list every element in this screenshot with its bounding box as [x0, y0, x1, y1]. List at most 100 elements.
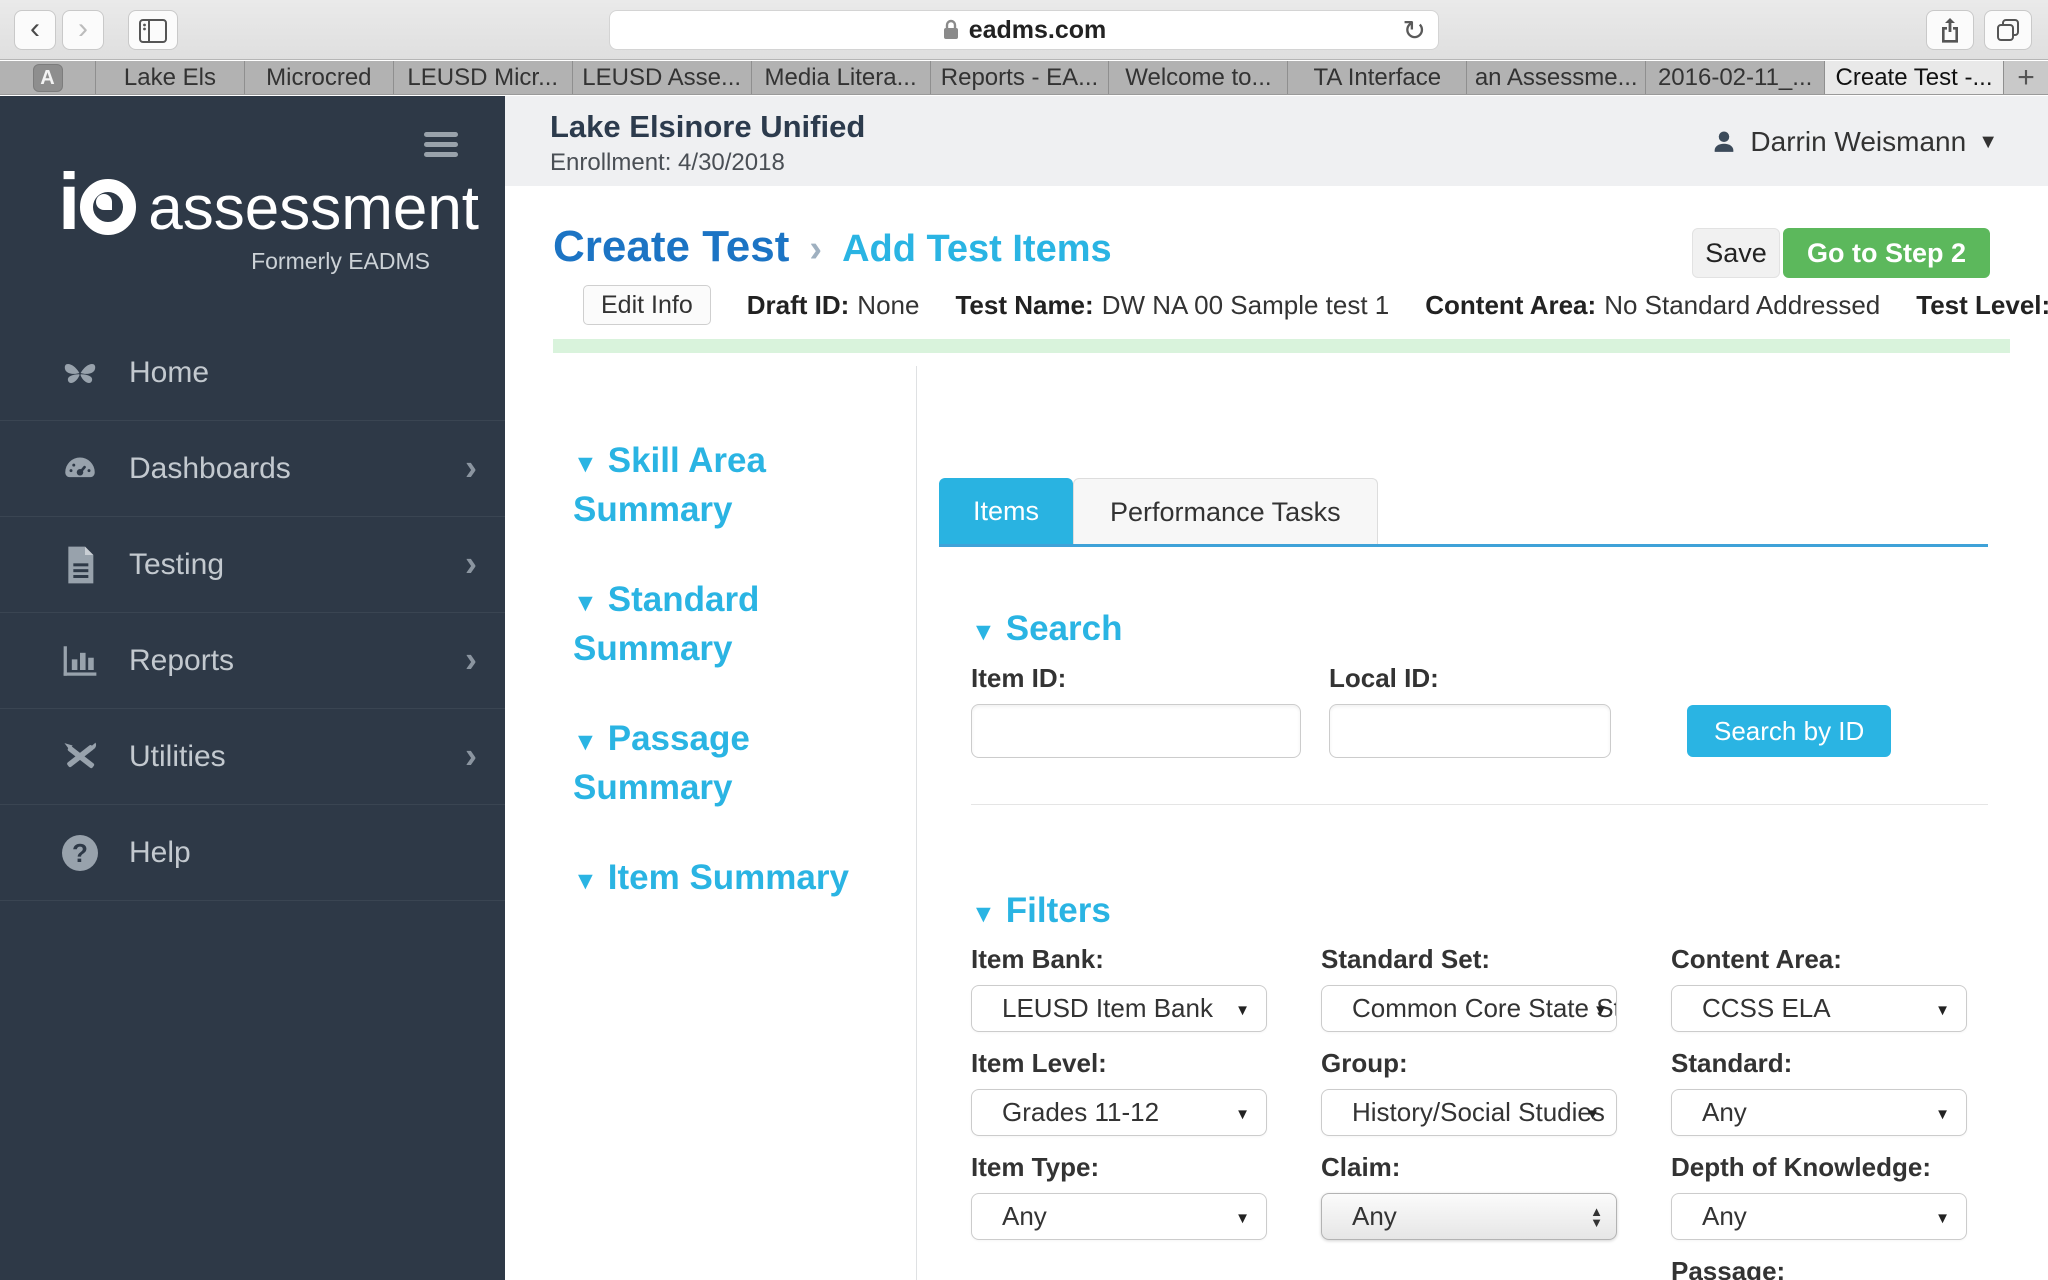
logo-o-mark	[80, 179, 137, 235]
user-menu[interactable]: Darrin Weismann ▼	[1710, 126, 1998, 158]
caret-down-icon: ▼	[1593, 1002, 1608, 1019]
passage-label: Passage:	[1671, 1256, 1786, 1280]
passage-summary-toggle[interactable]: ▼ Passage Summary	[573, 716, 849, 811]
caret-down-icon: ▼	[1235, 1210, 1250, 1227]
item-level-select[interactable]: Grades 11-12 ▼	[971, 1089, 1267, 1136]
browser-toolbar: ‹ › eadms.com ↻	[0, 0, 2048, 60]
group-select[interactable]: History/Social Studies ▼	[1321, 1089, 1617, 1136]
caret-down-icon: ▼	[573, 589, 598, 617]
go-to-step-2-button[interactable]: Go to Step 2	[1782, 228, 1990, 278]
caret-down-icon: ▼	[1235, 1106, 1250, 1123]
pinned-tab-icon: A	[32, 63, 63, 92]
filter-passage: Passage:	[1671, 1256, 1967, 1280]
sidebar-toggle-button[interactable]	[128, 10, 178, 50]
sidebar-item-help[interactable]: ? Help	[0, 805, 505, 901]
sidebar-item-label: Help	[129, 835, 191, 869]
filter-depth-of-knowledge: Depth of Knowledge: Any ▼	[1671, 1152, 1967, 1240]
sidebar-item-dashboards[interactable]: Dashboards ›	[0, 421, 505, 517]
standard-select[interactable]: Any ▼	[1671, 1089, 1967, 1136]
edit-info-button[interactable]: Edit Info	[583, 285, 711, 325]
draft-id: Draft ID: None	[746, 289, 920, 320]
url-field[interactable]: eadms.com ↻	[609, 10, 1439, 50]
share-icon	[1942, 18, 1958, 43]
browser-tab[interactable]: LEUSD Micr...	[394, 61, 573, 94]
menu-toggle-icon[interactable]	[424, 132, 458, 162]
test-name: Test Name: DW NA 00 Sample test 1	[955, 289, 1390, 320]
lock-icon	[942, 18, 960, 42]
browser-tab[interactable]: Microcred	[245, 61, 394, 94]
tab-performance-tasks[interactable]: Performance Tasks	[1073, 478, 1378, 544]
filters-grid: Item Bank: LEUSD Item Bank ▼ Standard Set…	[971, 944, 1988, 1280]
app-logo: i assessment	[58, 157, 480, 246]
caret-down-icon: ▼	[1935, 1210, 1950, 1227]
sidebar-item-home[interactable]: Home	[0, 325, 505, 421]
caret-down-icon: ▼	[1935, 1106, 1950, 1123]
item-bank-select[interactable]: LEUSD Item Bank ▼	[971, 985, 1267, 1032]
question-circle-icon: ?	[57, 834, 103, 871]
sidebar-item-label: Home	[129, 355, 210, 389]
caret-down-icon: ▼	[1978, 130, 1998, 153]
tab-items[interactable]: Items	[939, 478, 1074, 544]
filter-standard-set: Standard Set: Common Core State Stan▼	[1321, 944, 1617, 1032]
local-id-input[interactable]	[1329, 704, 1611, 758]
chevron-right-icon: ›	[465, 733, 477, 775]
share-button[interactable]	[1926, 10, 1974, 50]
item-type-select[interactable]: Any ▼	[971, 1193, 1267, 1240]
search-section-toggle[interactable]: ▼ Search	[971, 609, 1988, 649]
filters-section-toggle[interactable]: ▼ Filters	[971, 891, 1988, 931]
browser-tab[interactable]: an Assessme...	[1467, 61, 1647, 94]
depth-of-knowledge-select[interactable]: Any ▼	[1671, 1193, 1967, 1240]
tab-overview-icon	[1997, 19, 2019, 41]
claim-select[interactable]: Any ▲ ▼	[1321, 1193, 1617, 1240]
filter-item-bank: Item Bank: LEUSD Item Bank ▼	[971, 944, 1267, 1032]
browser-tab[interactable]: Welcome to...	[1109, 61, 1289, 94]
item-summary-toggle[interactable]: ▼ Item Summary	[573, 855, 849, 904]
sidebar-toggle-icon	[139, 19, 167, 43]
caret-down-icon: ▼	[1935, 1002, 1950, 1019]
search-by-id-button[interactable]: Search by ID	[1687, 705, 1892, 757]
filter-item-level: Item Level: Grades 11-12 ▼	[971, 1048, 1267, 1136]
reload-icon[interactable]: ↻	[1403, 14, 1426, 47]
pinned-tab[interactable]: A	[0, 61, 96, 94]
browser-tab[interactable]: Reports - EA...	[931, 61, 1110, 94]
app-sidebar: i assessment Formerly EADMS Home Dashboa…	[0, 96, 505, 1280]
browser-tab[interactable]: LEUSD Asse...	[573, 61, 752, 94]
caret-down-icon: ▼	[1585, 1106, 1600, 1123]
sidebar-item-label: Reports	[129, 643, 235, 677]
filter-content-area: Content Area: CCSS ELA ▼	[1671, 944, 1967, 1032]
summary-panel: ▼ Skill Area Summary ▼ Standard Summary ▼ P…	[505, 366, 917, 1280]
new-tab-button[interactable]: +	[2003, 61, 2048, 94]
item-id-input[interactable]	[971, 704, 1301, 758]
item-id-label: Item ID:	[971, 663, 1067, 693]
browser-tab[interactable]: Lake Els	[96, 61, 245, 94]
chevron-right-icon: ›	[465, 541, 477, 583]
browser-tab[interactable]: Media Litera...	[752, 61, 931, 94]
caret-down-icon: ▼	[1235, 1002, 1250, 1019]
browser-tab[interactable]: 2016-02-11_...	[1646, 61, 1826, 94]
browser-forward-button[interactable]: ›	[62, 10, 104, 50]
skill-area-summary-toggle[interactable]: ▼ Skill Area Summary	[573, 438, 849, 533]
browser-tab[interactable]: TA Interface	[1288, 61, 1468, 94]
browser-back-button[interactable]: ‹	[14, 10, 56, 50]
url-text: eadms.com	[968, 15, 1107, 44]
local-id-label: Local ID:	[1329, 663, 1439, 693]
standard-summary-toggle[interactable]: ▼ Standard Summary	[573, 577, 849, 672]
content-area: Content Area: No Standard Addressed	[1425, 289, 1881, 320]
tab-overview-button[interactable]	[1984, 10, 2032, 50]
sidebar-item-label: Dashboards	[129, 451, 291, 485]
items-tabstrip: Items Performance Tasks	[939, 478, 1988, 547]
user-name: Darrin Weismann	[1750, 126, 1967, 157]
browser-tab-active[interactable]: Create Test -...	[1825, 61, 2004, 94]
stepper-arrows-icon: ▲ ▼	[1590, 1203, 1603, 1230]
content-area-select[interactable]: CCSS ELA ▼	[1671, 985, 1967, 1032]
document-icon	[57, 545, 103, 585]
save-button[interactable]: Save	[1691, 228, 1780, 278]
dashboard-icon	[57, 451, 103, 487]
standard-set-select[interactable]: Common Core State Stan▼	[1321, 985, 1617, 1032]
filter-claim: Claim: Any ▲ ▼	[1321, 1152, 1617, 1240]
sidebar-item-utilities[interactable]: Utilities ›	[0, 709, 505, 805]
logo-tagline: Formerly EADMS	[251, 248, 430, 274]
caret-down-icon: ▼	[573, 450, 598, 478]
sidebar-item-testing[interactable]: Testing ›	[0, 517, 505, 613]
sidebar-item-reports[interactable]: Reports ›	[0, 613, 505, 709]
